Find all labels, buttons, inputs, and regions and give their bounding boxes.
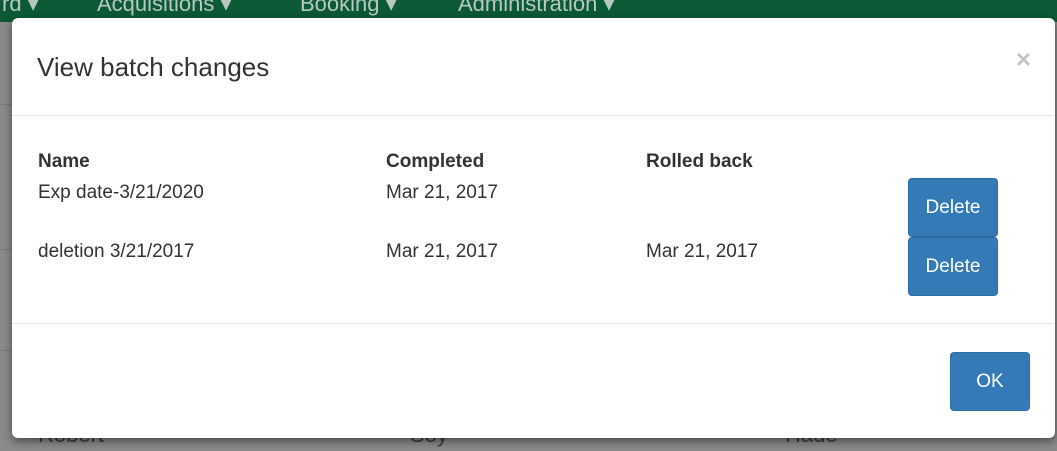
bg-divider <box>0 350 12 351</box>
nav-item-partial[interactable]: rd ▾ <box>2 0 39 17</box>
row-completed: Mar 21, 2017 <box>386 182 498 203</box>
nav-item-booking[interactable]: Booking ▾ <box>300 0 397 17</box>
nav-item-administration[interactable]: Administration ▾ <box>458 0 615 17</box>
delete-button[interactable]: Delete <box>908 178 998 237</box>
row-rolled-back: Mar 21, 2017 <box>646 241 758 262</box>
nav-item-acquisitions[interactable]: Acquisitions ▾ <box>97 0 232 17</box>
dialog-body: Name Completed Rolled back Exp date-3/21… <box>12 116 1055 324</box>
bg-divider <box>0 249 12 250</box>
dialog-header: View batch changes × <box>12 18 1055 116</box>
dialog-title: View batch changes <box>37 52 270 82</box>
dialog-footer: OK <box>12 324 1055 438</box>
ok-button[interactable]: OK <box>950 352 1030 411</box>
column-header-rolled-back: Rolled back <box>646 151 753 172</box>
column-header-name: Name <box>38 151 90 172</box>
close-icon[interactable]: × <box>1016 46 1031 72</box>
column-header-completed: Completed <box>386 151 485 172</box>
row-name: deletion 3/21/2017 <box>38 241 195 262</box>
row-name: Exp date-3/21/2020 <box>38 182 204 203</box>
row-completed: Mar 21, 2017 <box>386 241 498 262</box>
bg-divider <box>0 104 12 105</box>
delete-button[interactable]: Delete <box>908 237 998 296</box>
batch-changes-dialog: View batch changes × Name Completed Roll… <box>12 18 1055 438</box>
